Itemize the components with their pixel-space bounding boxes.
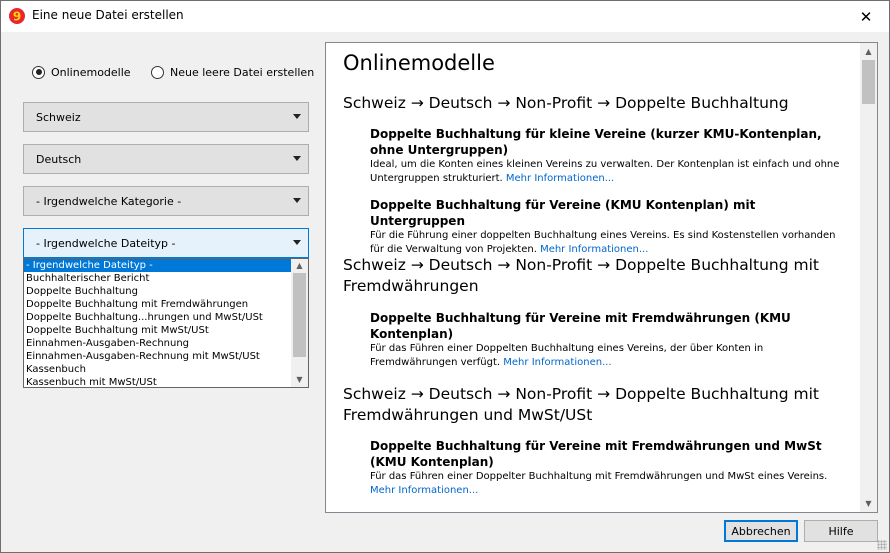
model-description: Ideal, um die Konten eines kleinen Verei… (370, 159, 840, 184)
language-select[interactable]: Deutsch (23, 144, 309, 174)
model-title[interactable]: Doppelte Buchhaltung für Vereine mit Fre… (370, 310, 850, 342)
close-button[interactable]: ✕ (843, 1, 889, 32)
scroll-down-icon[interactable]: ▼ (291, 373, 308, 387)
banana-app-icon: 9 (9, 8, 25, 24)
panel-heading: Onlinemodelle (343, 51, 495, 75)
radio-empty-label: Neue leere Datei erstellen (170, 65, 315, 79)
category-select-value: - Irgendwelche Kategorie - (36, 194, 182, 208)
filetype-select-value: - Irgendwelche Dateityp - (36, 236, 176, 250)
filetype-option[interactable]: Doppelte Buchhaltung mit Fremdwährungen (24, 298, 292, 311)
section-path: Schweiz → Deutsch → Non-Profit → Doppelt… (343, 256, 819, 295)
scroll-down-icon[interactable]: ▼ (860, 495, 877, 512)
model-entry: Doppelte Buchhaltung für Vereine (KMU Ko… (370, 197, 850, 257)
scroll-up-icon[interactable]: ▲ (291, 259, 308, 273)
filetype-option[interactable]: Kassenbuch (24, 363, 292, 376)
model-description: Für die Führung einer doppelten Buchhalt… (370, 230, 836, 255)
filetype-option[interactable]: Doppelte Buchhaltung (24, 285, 292, 298)
radio-online-label: Onlinemodelle (51, 65, 131, 79)
cancel-button[interactable]: Abbrechen (724, 520, 798, 542)
section-path: Schweiz → Deutsch → Non-Profit → Doppelt… (343, 94, 789, 112)
title-bar: 9 Eine neue Datei erstellen ✕ (1, 1, 889, 32)
scroll-thumb[interactable] (293, 273, 306, 357)
model-description: Für das Führen einer Doppelten Buchhaltu… (370, 343, 764, 368)
filetype-option[interactable]: Doppelte Buchhaltung...hrungen und MwSt/… (24, 311, 292, 324)
country-select-value: Schweiz (36, 110, 81, 124)
radio-online-models[interactable]: Onlinemodelle (32, 64, 131, 80)
radio-online-indicator[interactable] (32, 65, 45, 79)
section-path: Schweiz → Deutsch → Non-Profit → Doppelt… (343, 385, 819, 424)
language-select-value: Deutsch (36, 152, 82, 166)
filetype-option[interactable]: - Irgendwelche Dateityp - (24, 259, 292, 272)
dropdown-scrollbar[interactable]: ▲ ▼ (291, 259, 308, 387)
filetype-options: - Irgendwelche Dateityp - Buchhalterisch… (24, 259, 292, 387)
filetype-select[interactable]: - Irgendwelche Dateityp - (23, 228, 309, 258)
close-icon: ✕ (859, 7, 873, 26)
model-title[interactable]: Doppelte Buchhaltung für kleine Vereine … (370, 126, 850, 158)
dialog-window: 9 Eine neue Datei erstellen ✕ Onlinemode… (0, 0, 890, 553)
model-title[interactable]: Doppelte Buchhaltung für Vereine mit Fre… (370, 438, 850, 470)
radio-empty-file[interactable]: Neue leere Datei erstellen (151, 64, 314, 80)
window-title: Eine neue Datei erstellen (32, 8, 184, 22)
model-title[interactable]: Doppelte Buchhaltung für Vereine (KMU Ko… (370, 197, 850, 229)
scroll-up-icon[interactable]: ▲ (860, 43, 877, 60)
filetype-option[interactable]: Einnahmen-Ausgaben-Rechnung mit MwSt/USt (24, 350, 292, 363)
more-info-link[interactable]: Mehr Informationen... (370, 485, 478, 496)
help-button[interactable]: Hilfe (804, 520, 878, 542)
model-entry: Doppelte Buchhaltung für kleine Vereine … (370, 126, 850, 186)
filetype-option[interactable]: Einnahmen-Ausgaben-Rechnung (24, 337, 292, 350)
filetype-dropdown-list[interactable]: - Irgendwelche Dateityp - Buchhalterisch… (23, 258, 309, 388)
filetype-option[interactable]: Kassenbuch mit MwSt/USt (24, 376, 292, 387)
content-scrollbar[interactable]: ▲ ▼ (860, 43, 877, 512)
more-info-link[interactable]: Mehr Informationen... (506, 173, 614, 184)
chevron-down-icon (293, 114, 301, 119)
chevron-down-icon (293, 156, 301, 161)
model-description: Für das Führen einer Doppelter Buchhaltu… (370, 471, 828, 496)
category-select[interactable]: - Irgendwelche Kategorie - (23, 186, 309, 216)
radio-empty-indicator[interactable] (151, 65, 164, 79)
chevron-down-icon (293, 240, 301, 245)
resize-grip-icon[interactable] (877, 540, 887, 550)
more-info-link[interactable]: Mehr Informationen... (540, 244, 648, 255)
filetype-option[interactable]: Doppelte Buchhaltung mit MwSt/USt (24, 324, 292, 337)
model-entry: Doppelte Buchhaltung für Vereine mit Fre… (370, 310, 850, 370)
online-models-panel: Onlinemodelle Schweiz → Deutsch → Non-Pr… (325, 42, 878, 513)
scroll-thumb[interactable] (862, 60, 875, 104)
svg-text:9: 9 (13, 10, 21, 24)
filetype-option[interactable]: Buchhalterischer Bericht (24, 272, 292, 285)
chevron-down-icon (293, 198, 301, 203)
model-entry: Doppelte Buchhaltung für Vereine mit Fre… (370, 438, 850, 498)
more-info-link[interactable]: Mehr Informationen... (503, 357, 611, 368)
country-select[interactable]: Schweiz (23, 102, 309, 132)
